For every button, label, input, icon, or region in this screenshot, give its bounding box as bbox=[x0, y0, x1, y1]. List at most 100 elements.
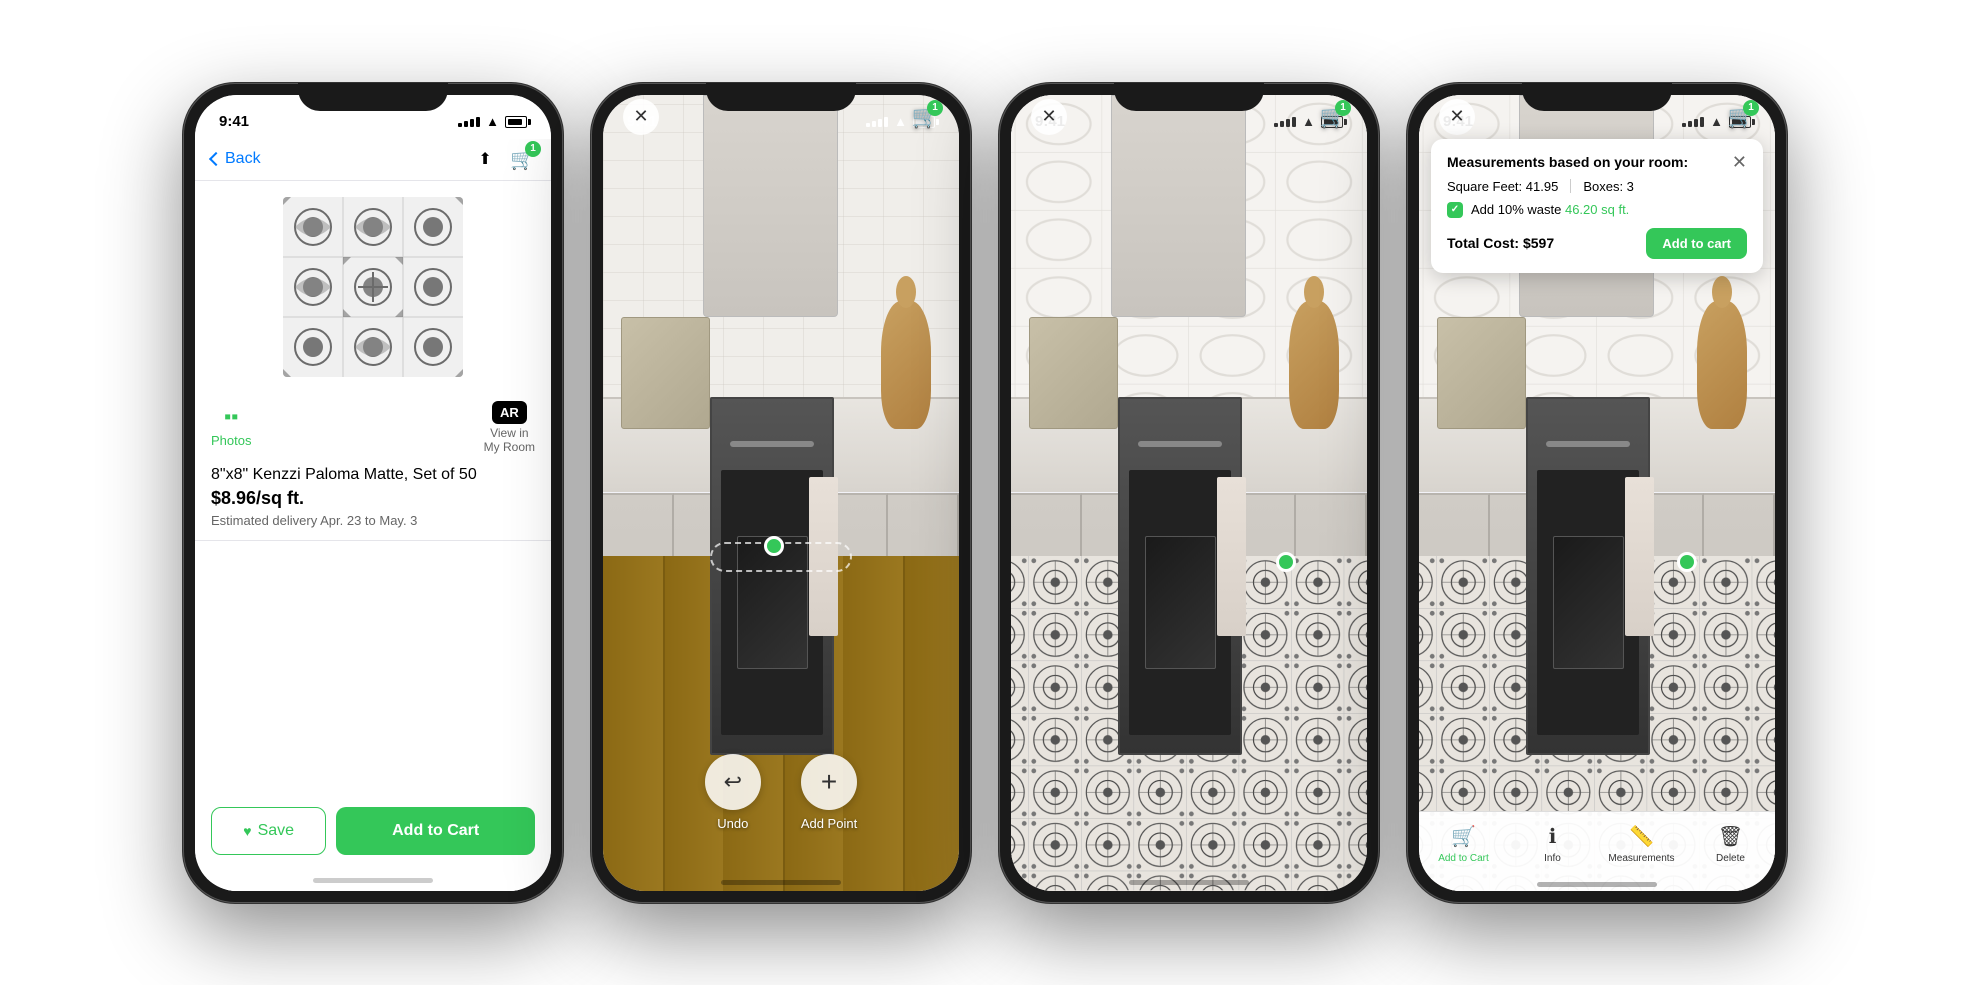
cart-badge: 1 bbox=[525, 141, 541, 157]
ar-close-button-3[interactable]: ✕ bbox=[1031, 99, 1067, 135]
home-indicator-1 bbox=[195, 871, 551, 891]
toolbar-cart-label: Add to Cart bbox=[1438, 853, 1489, 864]
ar-close-button-2[interactable]: ✕ bbox=[623, 99, 659, 135]
battery-icon-1 bbox=[505, 116, 527, 128]
ar-label: View inMy Room bbox=[484, 426, 535, 455]
popup-close-button[interactable]: ✕ bbox=[1732, 153, 1747, 171]
waste-value: 46.20 sq ft. bbox=[1565, 202, 1629, 217]
signal-icon-1 bbox=[458, 117, 480, 127]
kettle-2 bbox=[881, 301, 931, 428]
ar-header-3: ✕ 🛒 1 bbox=[1011, 95, 1367, 139]
phone1-actions: ♥ Save Add to Cart bbox=[195, 791, 551, 871]
photos-label: Photos bbox=[211, 433, 251, 448]
product-info: 8"x8" Kenzzi Paloma Matte, Set of 50 $8.… bbox=[195, 466, 551, 541]
floor-dot-3 bbox=[1276, 552, 1296, 572]
view-options: ▪▪ Photos AR View inMy Room bbox=[195, 393, 551, 467]
measurement-popup: Measurements based on your room: ✕ Squar… bbox=[1431, 139, 1763, 273]
phone-4-inner: 9:41 ▲ bbox=[1419, 95, 1775, 891]
back-button[interactable]: Back bbox=[211, 150, 261, 168]
ar-cart-4[interactable]: 🛒 1 bbox=[1728, 104, 1755, 130]
kettle-3 bbox=[1289, 301, 1339, 428]
toolbar-measurements[interactable]: 📏 Measurements bbox=[1597, 820, 1686, 864]
toolbar-measurements-icon: 📏 bbox=[1629, 824, 1654, 849]
ar-badge: AR bbox=[492, 401, 527, 424]
product-image-area bbox=[195, 181, 551, 393]
save-label: Save bbox=[258, 822, 294, 840]
product-title: 8"x8" Kenzzi Paloma Matte, Set of 50 bbox=[211, 466, 535, 484]
cart-button[interactable]: 🛒 1 bbox=[510, 147, 535, 172]
ar-close-button-4[interactable]: ✕ bbox=[1439, 99, 1475, 135]
toolbar-info-icon: ℹ bbox=[1549, 824, 1557, 849]
ar-cart-badge-4: 1 bbox=[1743, 100, 1759, 116]
photos-button[interactable]: ▪▪ Photos bbox=[211, 406, 251, 448]
save-button[interactable]: ♥ Save bbox=[211, 807, 326, 855]
phone-3: 9:41 ▲ bbox=[999, 83, 1379, 903]
popup-total-row: Total Cost: $597 Add to cart bbox=[1447, 228, 1747, 259]
floor-dot-2 bbox=[764, 536, 784, 556]
towel-4 bbox=[1625, 477, 1653, 636]
phone-2: 9:41 ▲ bbox=[591, 83, 971, 903]
phone-3-inner: 9:41 ▲ bbox=[1011, 95, 1367, 891]
ar-scene-2: ✕ 🛒 1 ↩ Undo + bbox=[603, 95, 959, 891]
popup-title: Measurements based on your room: bbox=[1447, 153, 1688, 171]
ar-cart-3[interactable]: 🛒 1 bbox=[1320, 104, 1347, 130]
ar-header-2: ✕ 🛒 1 bbox=[603, 95, 959, 139]
toolbar-delete-label: Delete bbox=[1716, 853, 1745, 864]
popup-header: Measurements based on your room: ✕ bbox=[1447, 153, 1747, 171]
kitchen-bg-3 bbox=[1011, 95, 1367, 891]
status-time-1: 9:41 bbox=[219, 113, 249, 130]
toolbar-info-label: Info bbox=[1544, 853, 1561, 864]
waste-row: ✓ Add 10% waste 46.20 sq ft. bbox=[1447, 202, 1747, 218]
ar-controls-2: ↩ Undo + Add Point bbox=[603, 754, 959, 831]
wifi-icon-1: ▲ bbox=[486, 114, 499, 129]
home-bar-4 bbox=[1537, 882, 1657, 887]
share-icon[interactable]: ⬆ bbox=[476, 150, 494, 168]
phones-container: 9:41 ▲ bbox=[143, 43, 1827, 943]
waste-checkbox[interactable]: ✓ bbox=[1447, 202, 1463, 218]
photos-icon: ▪▪ bbox=[224, 406, 238, 429]
phone-2-inner: 9:41 ▲ bbox=[603, 95, 959, 891]
phone-1: 9:41 ▲ bbox=[183, 83, 563, 903]
undo-label: Undo bbox=[717, 816, 748, 831]
nav-icons: ⬆ 🛒 1 bbox=[476, 147, 535, 172]
toolbar-cart-icon: 🛒 bbox=[1451, 824, 1476, 849]
toolbar-measurements-label: Measurements bbox=[1608, 853, 1674, 864]
towel-3 bbox=[1217, 477, 1245, 636]
product-price: $8.96/sq ft. bbox=[211, 488, 535, 509]
chevron-left-icon bbox=[209, 152, 223, 166]
square-feet-value: Square Feet: 41.95 bbox=[1447, 179, 1558, 194]
total-cost: Total Cost: $597 bbox=[1447, 235, 1554, 251]
status-icons-1: ▲ bbox=[458, 114, 527, 129]
toaster-oven-2 bbox=[621, 317, 710, 428]
waste-text: Add 10% waste 46.20 sq ft. bbox=[1471, 202, 1629, 217]
undo-button[interactable]: ↩ Undo bbox=[705, 754, 761, 831]
add-point-button[interactable]: + Add Point bbox=[801, 754, 857, 831]
popup-measurements: Square Feet: 41.95 Boxes: 3 bbox=[1447, 179, 1747, 194]
popup-add-to-cart-button[interactable]: Add to cart bbox=[1646, 228, 1747, 259]
phone-4: 9:41 ▲ bbox=[1407, 83, 1787, 903]
ar-view-button[interactable]: AR View inMy Room bbox=[484, 401, 535, 455]
ar-cart-2[interactable]: 🛒 1 bbox=[912, 104, 939, 130]
home-bar-3 bbox=[1129, 880, 1249, 885]
ar-toolbar-4: 🛒 Add to Cart ℹ Info 📏 Measurements 🗑 De… bbox=[1419, 811, 1775, 891]
toolbar-delete[interactable]: 🗑 Delete bbox=[1686, 820, 1775, 864]
toolbar-add-to-cart[interactable]: 🛒 Add to Cart bbox=[1419, 820, 1508, 864]
delivery-text: Estimated delivery Apr. 23 to May. 3 bbox=[211, 513, 535, 528]
ar-scene-3: ✕ 🛒 1 bbox=[1011, 95, 1367, 891]
home-bar-2 bbox=[721, 880, 841, 885]
notch-1 bbox=[298, 83, 448, 111]
boxes-value: Boxes: 3 bbox=[1583, 179, 1634, 194]
phone-1-inner: 9:41 ▲ bbox=[195, 95, 551, 891]
add-point-label: Add Point bbox=[801, 816, 857, 831]
toolbar-info[interactable]: ℹ Info bbox=[1508, 820, 1597, 864]
add-to-cart-button[interactable]: Add to Cart bbox=[336, 807, 535, 855]
back-label: Back bbox=[225, 150, 261, 168]
phone1-content: Back ⬆ 🛒 1 bbox=[195, 139, 551, 891]
nav-bar-1: Back ⬆ 🛒 1 bbox=[195, 139, 551, 181]
ar-cart-badge-2: 1 bbox=[927, 100, 943, 116]
floor-dot-4 bbox=[1677, 552, 1697, 572]
ar-cart-badge-3: 1 bbox=[1335, 100, 1351, 116]
tile-image bbox=[283, 197, 463, 377]
toaster-oven-4 bbox=[1437, 317, 1526, 428]
toaster-oven-3 bbox=[1029, 317, 1118, 428]
